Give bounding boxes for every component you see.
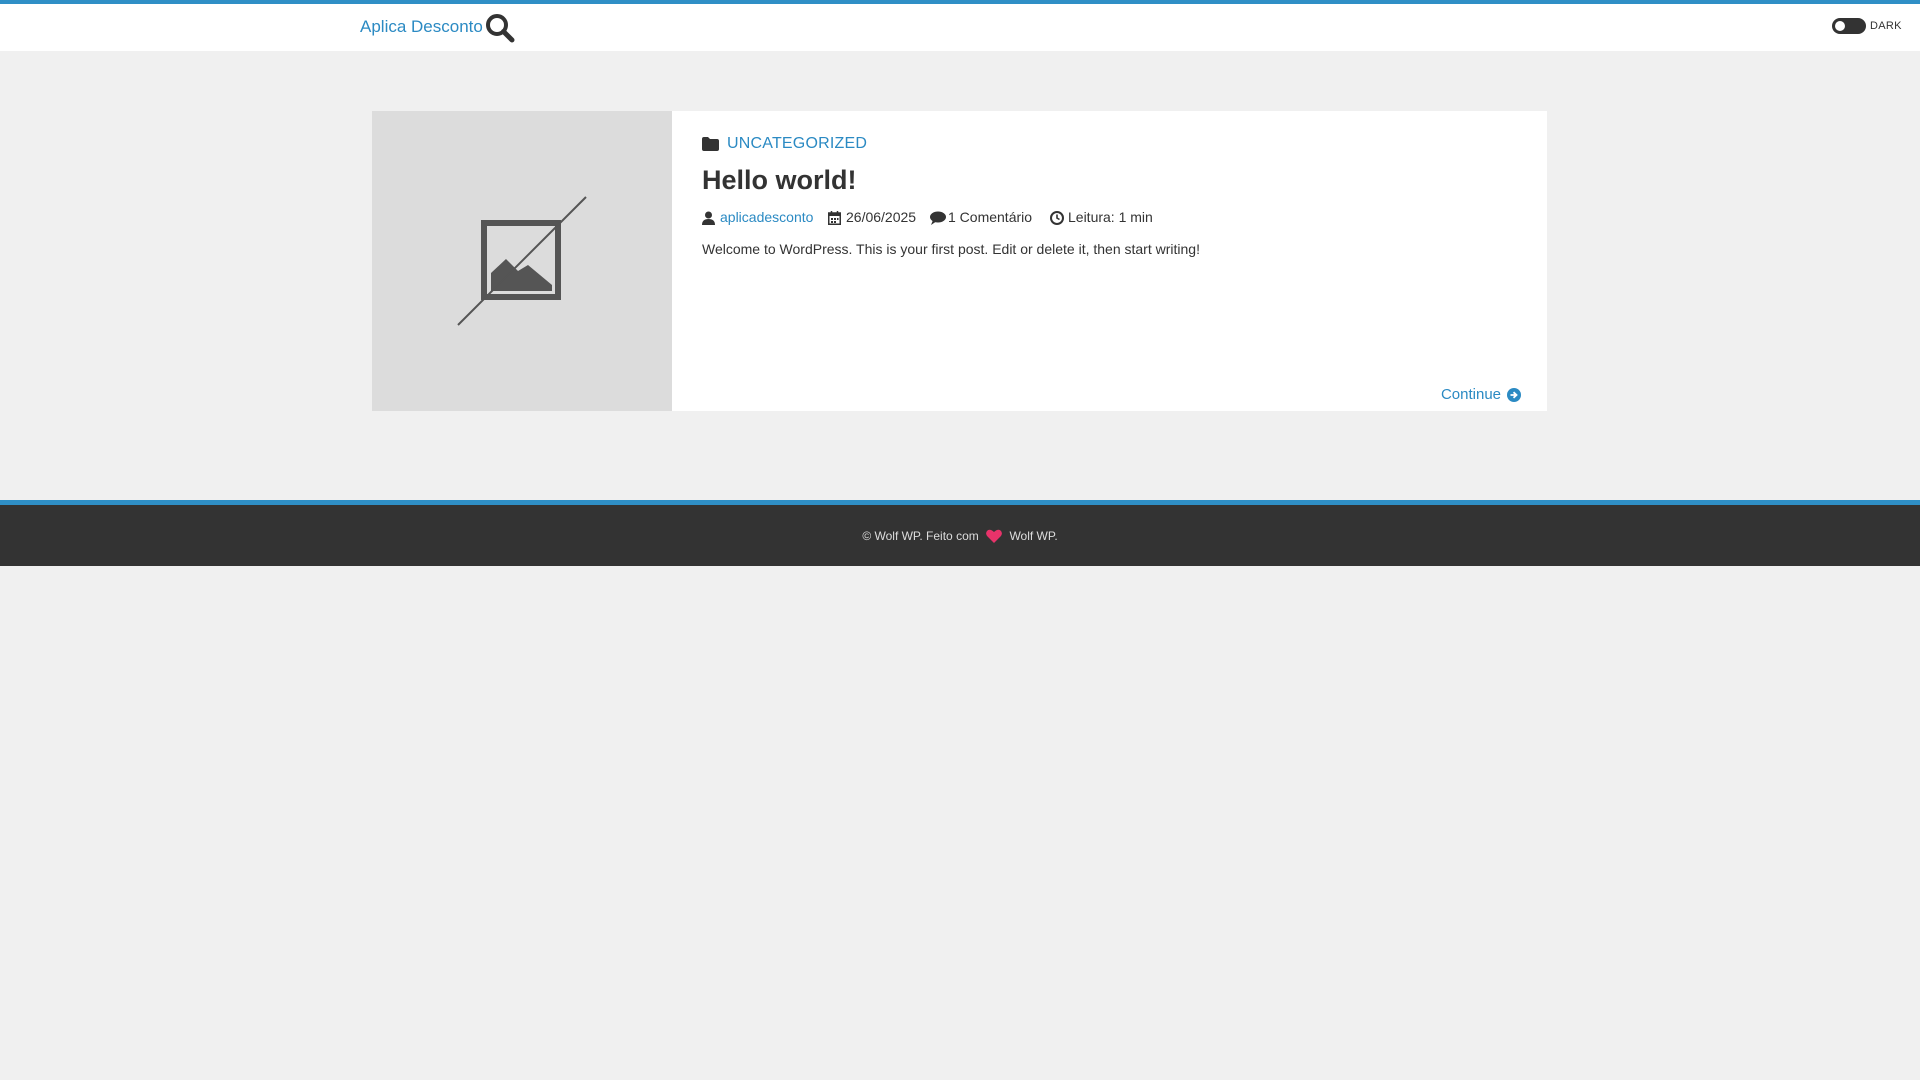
category-link[interactable]: UNCATEGORIZED [727,135,867,153]
dark-mode-toggle[interactable] [1832,18,1866,34]
site-footer: © Wolf WP. Feito com Wolf WP. [0,505,1920,566]
arrow-circle-right-icon [1507,387,1521,402]
post-excerpt: Welcome to WordPress. This is your first… [702,241,1200,257]
folder-icon [702,137,719,156]
continue-reading-link[interactable]: Continue [1441,386,1521,403]
dark-mode-label: DARK [1870,20,1902,32]
reading-time: Leitura: 1 min [1068,209,1153,225]
clock-icon [1050,211,1064,228]
post-card: UNCATEGORIZED Hello world! aplicadescont… [372,111,1547,411]
calendar-icon [828,211,841,228]
footer-credits: © Wolf WP. Feito com Wolf WP. [0,529,1920,546]
post-title: Hello world! [702,165,857,196]
author-link[interactable]: aplicadesconto [720,209,813,225]
post-thumbnail[interactable] [372,111,672,411]
toggle-knob [1835,21,1845,31]
user-icon [702,211,715,228]
continue-label: Continue [1440,386,1501,403]
footer-prefix: © Wolf WP. Feito com [862,529,979,543]
image-placeholder-icon [457,196,587,326]
search-icon[interactable] [483,11,517,45]
comment-count[interactable]: 1 Comentário [948,209,1032,225]
heart-icon [986,529,1003,546]
post-body: UNCATEGORIZED Hello world! aplicadescont… [702,111,1547,411]
post-title-link[interactable]: Hello world! [702,165,857,195]
site-header: Aplica Desconto DARK [0,4,1920,51]
footer-brand-link[interactable]: Wolf WP. [1009,529,1057,543]
comment-icon [930,211,946,228]
post-date: 26/06/2025 [846,209,917,225]
site-title-link[interactable]: Aplica Desconto [360,17,483,37]
